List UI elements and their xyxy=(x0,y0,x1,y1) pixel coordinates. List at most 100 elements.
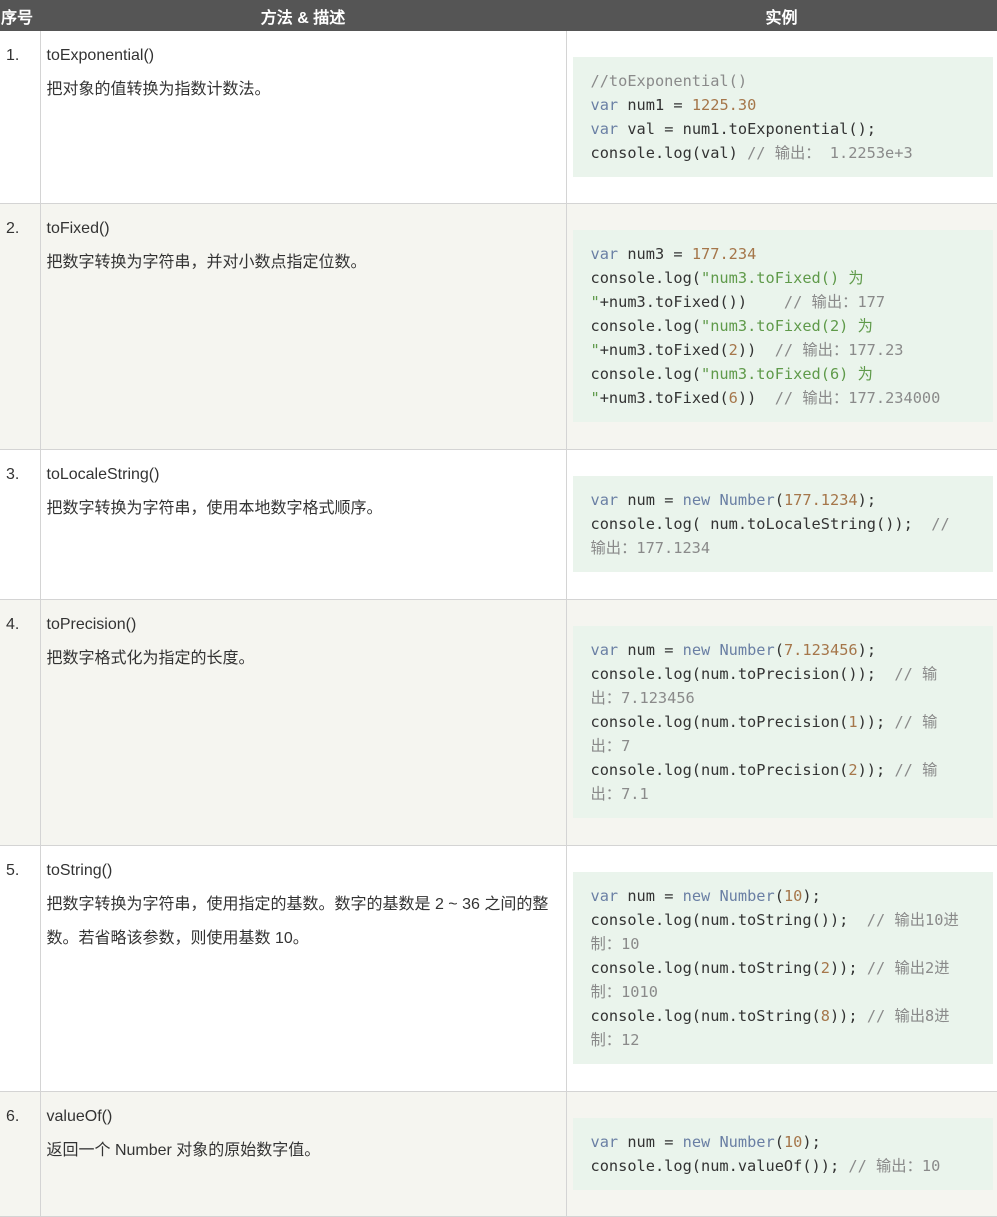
row-method-cell: toLocaleString() 把数字转换为字符串，使用本地数字格式顺序。 xyxy=(40,449,567,600)
row-method-cell: toFixed() 把数字转换为字符串，并对小数点指定位数。 xyxy=(40,203,567,450)
code-line: console.log(num.toString()); // 输出10进 xyxy=(591,908,976,932)
code-token: // 输出2进 xyxy=(866,959,950,977)
code-line: 出：7.1 xyxy=(591,782,976,806)
code-line: console.log(val) // 输出： 1.2253e+3 xyxy=(591,141,976,165)
code-token: ( xyxy=(774,887,784,905)
row-index: 6. xyxy=(0,1091,41,1217)
code-token: console.log( xyxy=(590,317,702,335)
code-line: 制：12 xyxy=(591,1028,976,1052)
code-token: 2 xyxy=(848,761,858,779)
code-token: console.log( xyxy=(590,269,702,287)
code-token: 出：7 xyxy=(590,737,631,755)
code-block: var num = new Number(7.123456); console.l… xyxy=(572,626,993,818)
code-token: 8 xyxy=(820,1007,830,1025)
row-index: 5. xyxy=(0,845,41,1092)
code-token: 2 xyxy=(728,341,738,359)
code-token: Number xyxy=(719,491,775,509)
code-token: +num3.toFixed( xyxy=(599,341,729,359)
code-token: num = xyxy=(618,641,683,659)
row-method-cell: toPrecision() 把数字格式化为指定的长度。 xyxy=(40,599,567,846)
code-block: var num = new Number(177.1234); console.l… xyxy=(572,476,993,572)
method-name: valueOf() xyxy=(46,1108,113,1125)
code-token: console.log(num.toString( xyxy=(590,1007,821,1025)
code-token: " xyxy=(590,389,600,407)
code-token: new xyxy=(682,491,711,509)
code-token: 输出：177.1234 xyxy=(590,539,711,557)
code-token: 6 xyxy=(728,389,738,407)
header-index: 序号 xyxy=(0,0,40,31)
code-token: )) xyxy=(737,341,775,359)
table-row: 3. toLocaleString() 把数字转换为字符串，使用本地数字格式顺序。 v… xyxy=(0,449,997,600)
code-token: var xyxy=(590,245,619,263)
method-name: toString() xyxy=(46,862,113,879)
row-index: 4. xyxy=(0,599,41,846)
method-name: toPrecision() xyxy=(46,616,137,633)
table-header: 序号 方法 & 描述 实例 xyxy=(0,0,997,31)
code-token: val = num1.toExponential(); xyxy=(618,120,877,138)
code-token: 制：12 xyxy=(590,1031,640,1049)
row-index: 1. xyxy=(0,31,41,204)
code-block: var num3 = 177.234 console.log("num3.toFi… xyxy=(572,230,993,422)
code-token: "num3.toFixed(6) 为 xyxy=(701,365,873,383)
code-token: +num3.toFixed( xyxy=(599,389,729,407)
method-name: toFixed() xyxy=(46,220,110,237)
code-token: // 输出10进 xyxy=(866,911,959,929)
code-token: var xyxy=(590,887,619,905)
method-description: 把数字转换为字符串，并对小数点指定位数。 xyxy=(46,254,367,271)
code-line: console.log(num.toString(8)); // 输出8进 xyxy=(591,1004,976,1028)
code-line: var num = new Number(10); xyxy=(591,1130,976,1154)
code-line: "+num3.toFixed(2)) // 输出：177.23 xyxy=(591,338,976,362)
code-line: console.log("num3.toFixed(6) 为 xyxy=(591,362,976,386)
code-token: // 输出8进 xyxy=(866,1007,950,1025)
code-token: )); xyxy=(829,1007,867,1025)
code-token: 1225.30 xyxy=(691,96,757,114)
code-token: var xyxy=(590,1133,619,1151)
code-token: // 输 xyxy=(894,761,938,779)
code-token: +num3.toFixed()) xyxy=(599,293,784,311)
code-line: var num = new Number(177.1234); xyxy=(591,488,976,512)
code-token: new xyxy=(682,641,711,659)
code-token: var xyxy=(590,491,619,509)
code-token: num = xyxy=(618,491,683,509)
code-line: "+num3.toFixed(6)) // 输出：177.234000 xyxy=(591,386,976,410)
code-token: ( xyxy=(774,491,784,509)
code-block: //toExponential() var num1 = 1225.30 var v… xyxy=(572,57,993,177)
code-token: // 输 xyxy=(894,665,938,683)
table-row: 1. toExponential() 把对象的值转换为指数计数法。 //toExpon… xyxy=(0,31,997,204)
table-row: 6. valueOf() 返回一个 Number 对象的原始数字值。 var num … xyxy=(0,1091,997,1217)
code-token: ); xyxy=(857,641,877,659)
code-token: num = xyxy=(618,887,683,905)
code-line: console.log("num3.toFixed() 为 xyxy=(591,266,976,290)
code-line: 制：1010 xyxy=(591,980,976,1004)
code-token: Number xyxy=(719,887,775,905)
code-token: 10 xyxy=(783,887,803,905)
table-body: 1. toExponential() 把对象的值转换为指数计数法。//toExpon… xyxy=(0,31,997,1217)
table-row: 2. toFixed() 把数字转换为字符串，并对小数点指定位数。 var num3 … xyxy=(0,203,997,450)
row-method-cell: toString() 把数字转换为字符串，使用指定的基数。数字的基数是 2 ~ 3… xyxy=(40,845,567,1092)
code-line: 出：7.123456 xyxy=(591,686,976,710)
code-token: 制：10 xyxy=(590,935,640,953)
row-index: 3. xyxy=(0,449,41,600)
code-token: num = xyxy=(618,1133,683,1151)
code-token: // 输出：10 xyxy=(848,1157,941,1175)
code-token: //toExponential() xyxy=(590,72,748,90)
header-method-description: 方法 & 描述 xyxy=(40,0,566,31)
code-line: console.log(num.valueOf()); // 输出：10 xyxy=(591,1154,976,1178)
row-method-cell: valueOf() 返回一个 Number 对象的原始数字值。 xyxy=(40,1091,567,1217)
code-line: var num1 = 1225.30 xyxy=(591,93,976,117)
code-token: var xyxy=(590,96,619,114)
code-token: // 输出：177.234000 xyxy=(774,389,941,407)
code-line: console.log(num.toPrecision()); // 输 xyxy=(591,662,976,686)
code-token: 10 xyxy=(783,1133,803,1151)
method-description: 把对象的值转换为指数计数法。 xyxy=(46,81,271,98)
code-token: )) xyxy=(737,389,775,407)
code-token: ); xyxy=(802,887,821,905)
method-description: 把数字转换为字符串，使用指定的基数。数字的基数是 2 ~ 36 之间的整数。若省… xyxy=(46,896,549,947)
code-token: ); xyxy=(857,491,877,509)
code-token: 出：7.123456 xyxy=(590,689,695,707)
method-description: 把数字格式化为指定的长度。 xyxy=(46,650,255,667)
row-example-cell: var num = new Number(7.123456); console.l… xyxy=(566,599,997,846)
code-token: Number xyxy=(719,1133,775,1151)
code-line: console.log(num.toPrecision(2)); // 输 xyxy=(591,758,976,782)
code-token: new xyxy=(682,887,711,905)
